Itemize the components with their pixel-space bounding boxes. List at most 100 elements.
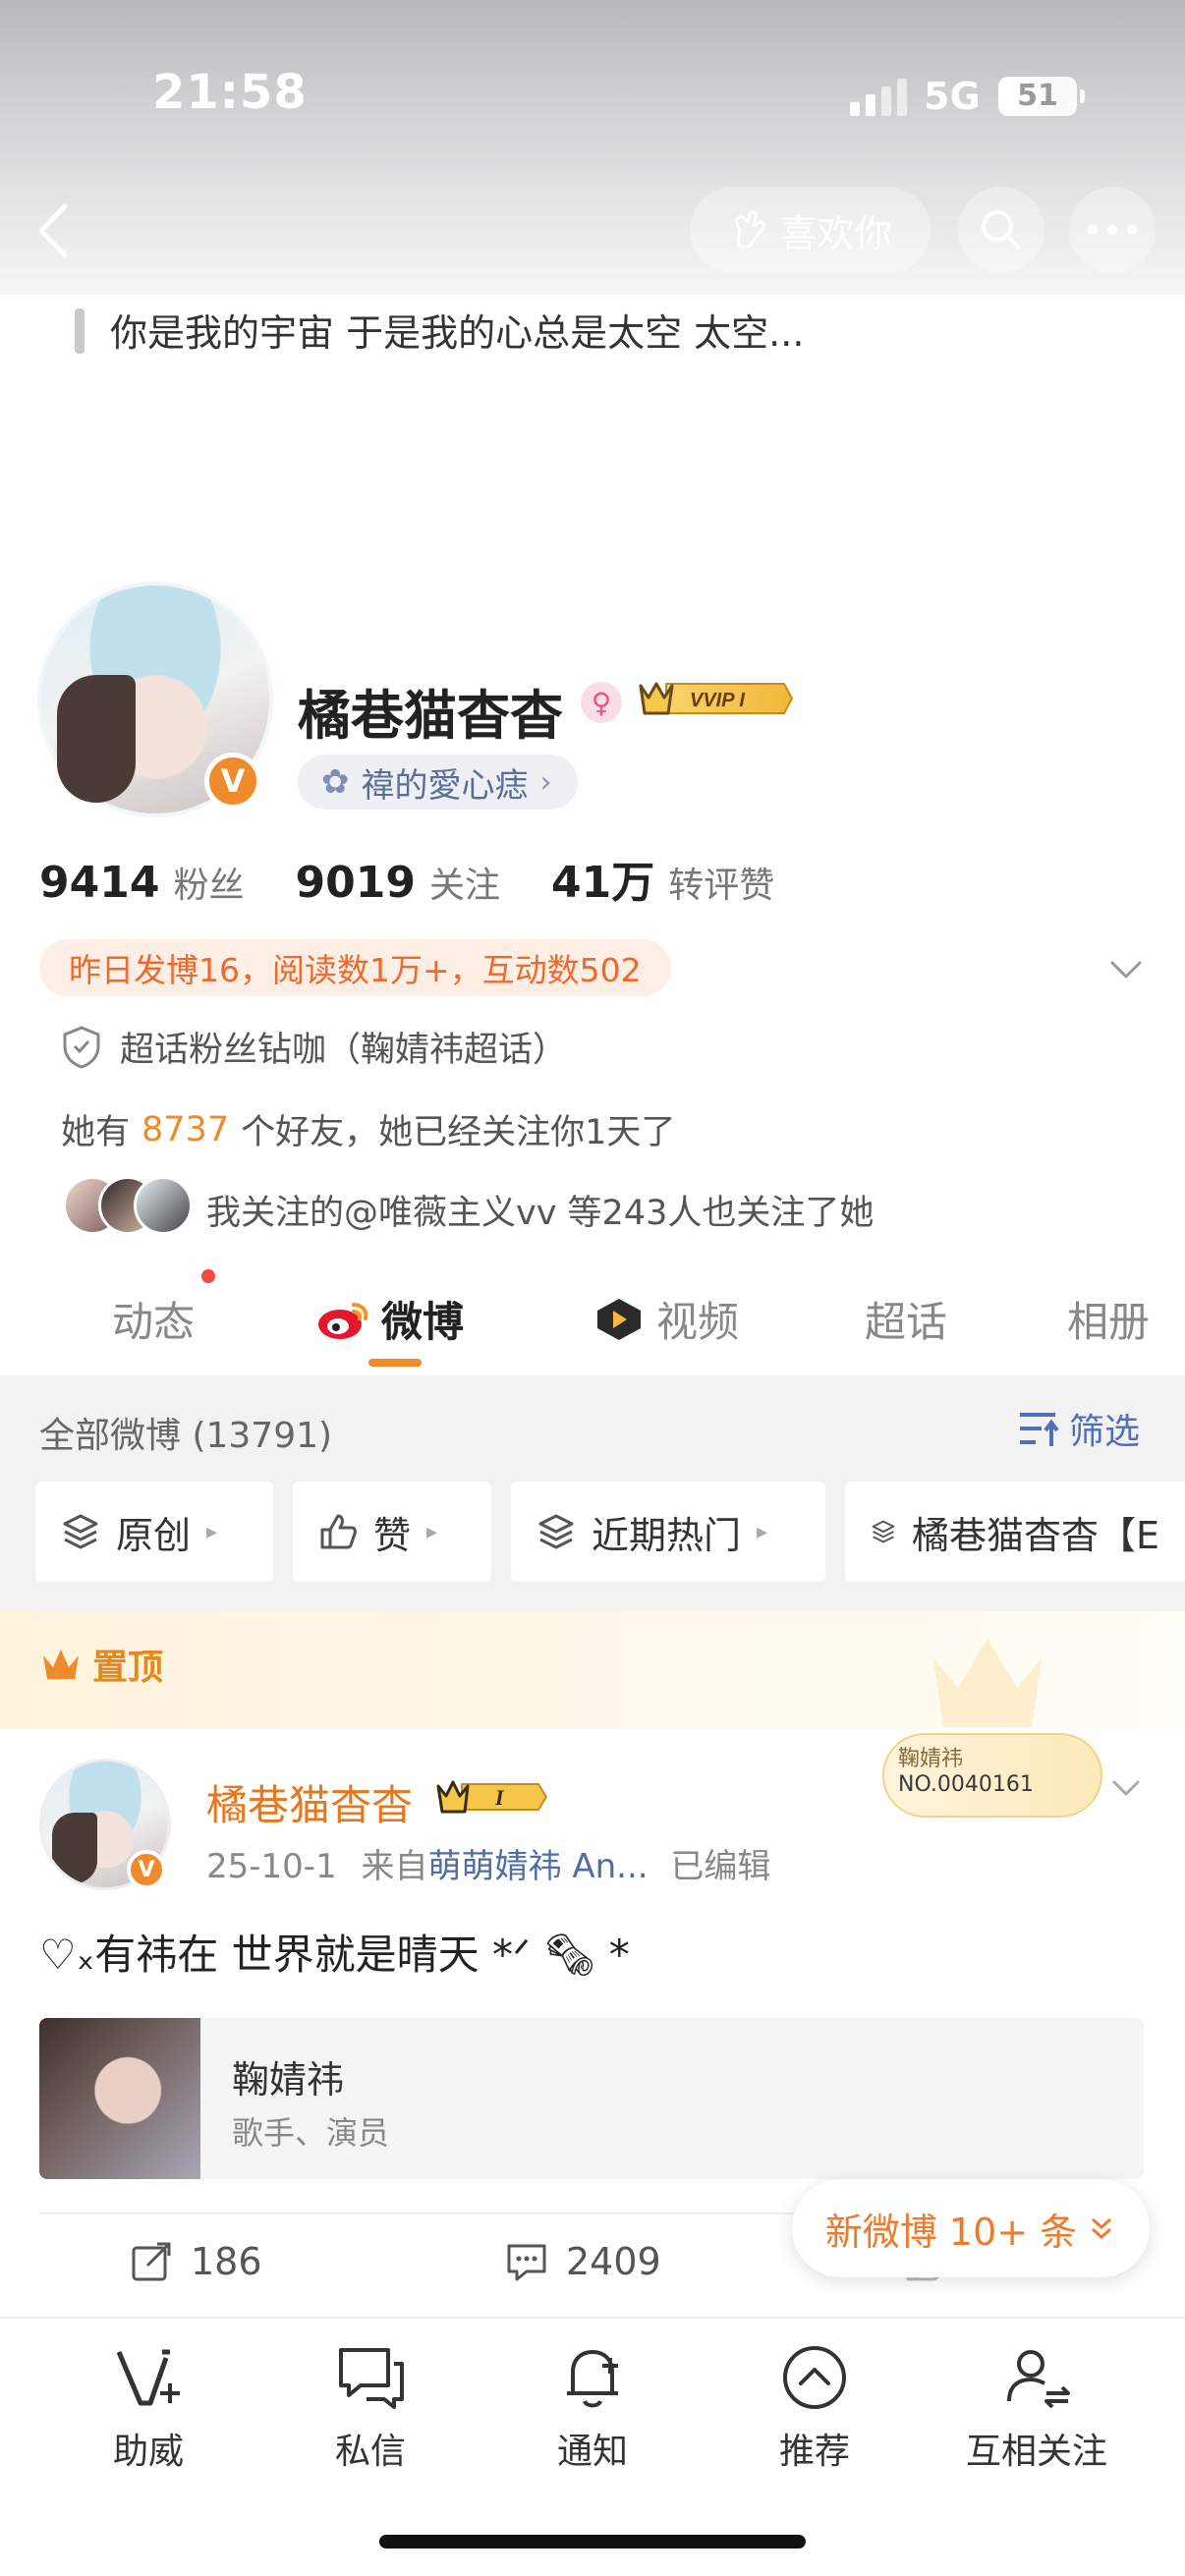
bell-icon (567, 2350, 618, 2408)
search-icon (982, 210, 1021, 250)
post-source[interactable]: 萌萌婧祎 An... (428, 1847, 649, 1886)
mention-card-thumbnail (39, 2018, 200, 2179)
stat-interactions[interactable]: 41万 转评赞 (551, 847, 774, 910)
mutual-avatar (134, 1176, 193, 1235)
caret-right-icon: ▸ (757, 1519, 768, 1544)
nav-messages[interactable]: 私信 (287, 2338, 454, 2474)
post-author[interactable]: 橘巷猫杳杳 (206, 1772, 413, 1832)
verified-badge-icon: V (127, 1850, 166, 1889)
vip-level: I (494, 1785, 505, 1810)
network-label: 5G (924, 75, 981, 118)
stat-label: 转评赞 (668, 866, 775, 906)
mutual-follow-text[interactable]: 我关注的@唯薇主义vv 等243人也关注了她 (206, 1185, 874, 1235)
more-button[interactable] (1069, 187, 1156, 273)
tab-weibo[interactable]: 微博 (314, 1289, 464, 1349)
profile-quote: 你是我的宇宙 于是我的心总是太空 太空... (75, 303, 1057, 357)
fans-badge-number: NO.0040161 (898, 1772, 1034, 1797)
chip-recent-hot[interactable]: 近期热门 ▸ (511, 1482, 825, 1582)
avatar-hair (52, 1813, 97, 1883)
repost-button[interactable]: 186 (130, 2240, 262, 2283)
chevron-right-icon: › (539, 764, 552, 800)
stat-following[interactable]: 9019 关注 (295, 857, 499, 908)
avatar-hair (57, 675, 136, 803)
friends-prefix: 她有 (61, 1113, 131, 1152)
new-posts-label: 新微博 10+ 条 (824, 2210, 1078, 2254)
nav-label: 通知 (556, 2432, 628, 2472)
comment-button[interactable]: 2409 (505, 2240, 661, 2283)
new-posts-button[interactable]: 新微博 10+ 条 (792, 2179, 1150, 2277)
like-you-button[interactable]: 喜欢你 (690, 187, 931, 273)
battery-level: 51 (1017, 79, 1058, 113)
nav-label: 助威 (112, 2432, 184, 2472)
back-button[interactable] (29, 196, 79, 265)
super-topic-row[interactable]: 超话粉丝钻咖（鞠婧祎超话） (61, 1022, 567, 1072)
repost-icon (132, 2242, 171, 2281)
battery-icon: 51 (998, 77, 1085, 116)
chevron-down-icon[interactable] (1104, 947, 1148, 990)
search-button[interactable] (958, 187, 1044, 273)
filter-button[interactable]: 筛选 (1016, 1403, 1140, 1454)
profile-stats: 9414 粉丝 9019 关注 41万 转评赞 (39, 847, 825, 910)
fans-badge-name: 鞠婧祎 (898, 1747, 964, 1771)
mention-card-subtitle: 歌手、演员 (232, 2114, 390, 2152)
nav-label: 推荐 (778, 2432, 850, 2472)
all-weibo-count: 全部微博 (13791) (39, 1416, 333, 1456)
nav-label: 互相关注 (965, 2432, 1107, 2472)
chip-liked[interactable]: 赞 ▸ (293, 1482, 491, 1582)
repost-count: 186 (191, 2240, 262, 2283)
tab-album[interactable]: 相册 (1067, 1289, 1150, 1349)
comment-count: 2409 (566, 2240, 661, 2283)
friends-count[interactable]: 8737 (141, 1110, 229, 1149)
pinned-text: 置顶 (92, 1648, 164, 1688)
post-edited: 已编辑 (670, 1847, 771, 1886)
vvip-badge-icon[interactable]: VVIP I (637, 676, 794, 721)
female-icon: ♀ (581, 682, 622, 723)
chip-original[interactable]: 原创 ▸ (35, 1482, 273, 1582)
pinned-label: 置顶 (39, 1639, 163, 1690)
chip-custom-group[interactable]: 橘巷猫杳杳【E (845, 1482, 1185, 1582)
fan-tag[interactable]: ✿ 禕的愛心痣 › (298, 755, 578, 810)
stat-number: 41万 (550, 858, 655, 908)
mention-card[interactable] (39, 2018, 1144, 2179)
stat-number: 9414 (39, 858, 160, 908)
stat-label: 粉丝 (173, 866, 245, 906)
filter-label: 筛选 (1069, 1412, 1141, 1452)
profile-name: 橘巷猫杳杳 (298, 685, 563, 747)
chevron-up-circle-icon (783, 2346, 846, 2409)
post-from: 来自 (361, 1847, 428, 1886)
chip-label: 原创 (116, 1513, 192, 1557)
tab-video[interactable]: 视频 (592, 1289, 739, 1349)
fans-badge[interactable]: 鞠婧祎 NO.0040161 (882, 1719, 1102, 1841)
post-text: ♡ₓ有祎在 世界就是晴天 *ᐟ 🗞 * (39, 1931, 630, 1979)
clover-icon: ✿ (321, 762, 350, 802)
comment-icon (507, 2244, 546, 2281)
vip-badge-icon[interactable]: I (436, 1776, 548, 1818)
chevron-left-icon (38, 203, 68, 258)
tab-super-topic[interactable]: 超话 (865, 1289, 947, 1349)
stat-label: 关注 (428, 866, 500, 906)
activity-summary[interactable]: 昨日发博16，阅读数1万+，互动数502 (39, 939, 671, 996)
layers-icon (872, 1520, 895, 1543)
nav-cheer[interactable]: 助威 (65, 2338, 232, 2474)
chip-label: 近期热门 (592, 1513, 742, 1557)
chevron-down-icon[interactable] (1106, 1768, 1146, 1808)
tab-dynamics[interactable]: 动态 (112, 1289, 195, 1349)
like-you-label: 喜欢你 (779, 211, 892, 255)
crown-icon (43, 1650, 79, 1679)
friends-suffix: 个好友，她已经关注你1天了 (241, 1113, 676, 1152)
tab-label: 微博 (381, 1298, 465, 1346)
nav-recommend[interactable]: 推荐 (731, 2338, 898, 2474)
nav-mutual-follow[interactable]: 互相关注 (953, 2338, 1120, 2474)
more-dots-icon (1088, 225, 1137, 235)
signal-icon (850, 79, 907, 116)
verified-badge-icon: V (204, 753, 261, 810)
hand-heart-icon (736, 210, 766, 250)
mention-card-title: 鞠婧祎 (232, 2058, 345, 2101)
tab-label: 超话 (865, 1298, 948, 1346)
home-indicator (379, 2535, 806, 2548)
stat-followers[interactable]: 9414 粉丝 (39, 857, 244, 908)
message-icon (339, 2348, 404, 2409)
chip-label: 赞 (373, 1513, 412, 1557)
nav-notifications[interactable]: 通知 (509, 2338, 676, 2474)
shield-icon (63, 1025, 100, 1069)
